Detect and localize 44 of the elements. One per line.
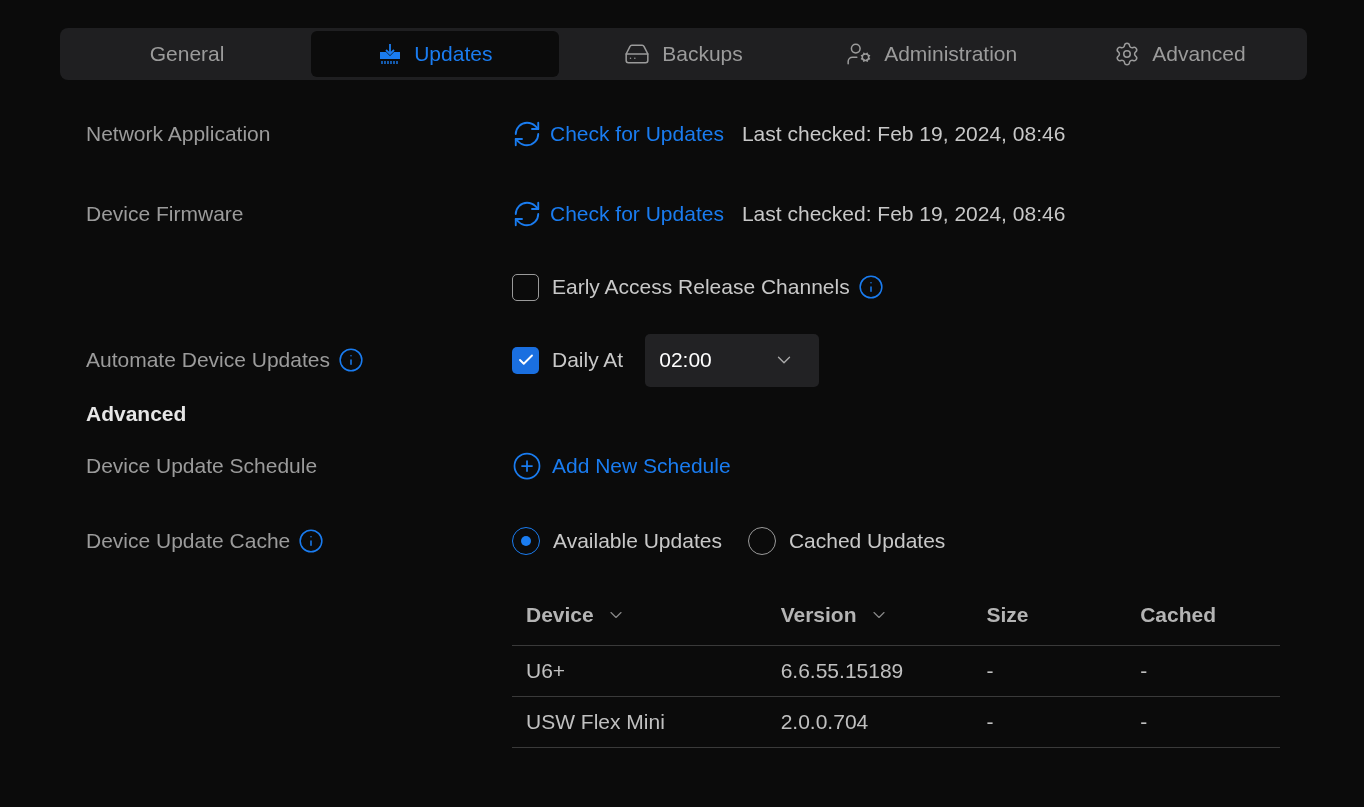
table-cell: U6+ (526, 659, 566, 683)
column-header[interactable]: Cached (1140, 598, 1217, 631)
checkbox-label: Early Access Release Channels (552, 274, 850, 301)
table-cell: USW Flex Mini (526, 710, 665, 734)
table-cell: - (986, 710, 994, 734)
table-cell: - (986, 659, 994, 683)
info-icon[interactable] (857, 274, 884, 300)
radio-label: Cached Updates (788, 528, 946, 555)
table-cell: 2.0.0.704 (780, 710, 869, 734)
last-checked-text: Last checked: Feb 19, 2024, 08:46 (741, 121, 1066, 148)
checkbox-label: Daily At (552, 347, 624, 374)
tab[interactable]: Updates (311, 31, 560, 77)
add-new-schedule-button[interactable]: Add New Schedule (512, 450, 731, 482)
time-dropdown[interactable]: 02:00 (645, 333, 820, 387)
check-for-updates-button[interactable]: Check for Updates (512, 198, 724, 230)
column-header[interactable]: Device (526, 598, 594, 631)
section-heading: Advanced (86, 401, 187, 428)
info-icon[interactable] (337, 347, 364, 373)
setting-label: Device Update Cache (86, 528, 291, 555)
refresh-icon (512, 199, 542, 229)
checkbox[interactable] (512, 273, 539, 301)
check-for-updates-button[interactable]: Check for Updates (512, 118, 724, 150)
plus-circle-icon (512, 451, 542, 481)
tab[interactable]: Backups (559, 31, 808, 77)
column-header[interactable]: Version (780, 598, 857, 631)
setting-label: Device Update Schedule (86, 453, 318, 480)
setting-label: Network Application (86, 121, 271, 148)
tab[interactable]: General (63, 31, 312, 77)
table-cell: 6.6.55.15189 (780, 659, 904, 683)
table-cell: - (1140, 710, 1148, 734)
radio-label: Available Updates (553, 528, 722, 555)
checkbox[interactable] (512, 346, 539, 374)
table-cell: - (1140, 659, 1148, 683)
gear-icon (1114, 41, 1141, 67)
tab[interactable]: Advanced (1055, 31, 1304, 77)
last-checked-text: Last checked: Feb 19, 2024, 08:46 (741, 201, 1066, 228)
refresh-icon (512, 119, 542, 149)
user-gear-icon (846, 41, 873, 67)
setting-label: Device Firmware (86, 201, 244, 228)
download-tray-icon (378, 43, 403, 65)
setting-label: Automate Device Updates (86, 347, 330, 374)
info-icon[interactable] (298, 528, 325, 554)
tab[interactable]: Administration (807, 31, 1056, 77)
column-header[interactable]: Size (986, 598, 1029, 631)
